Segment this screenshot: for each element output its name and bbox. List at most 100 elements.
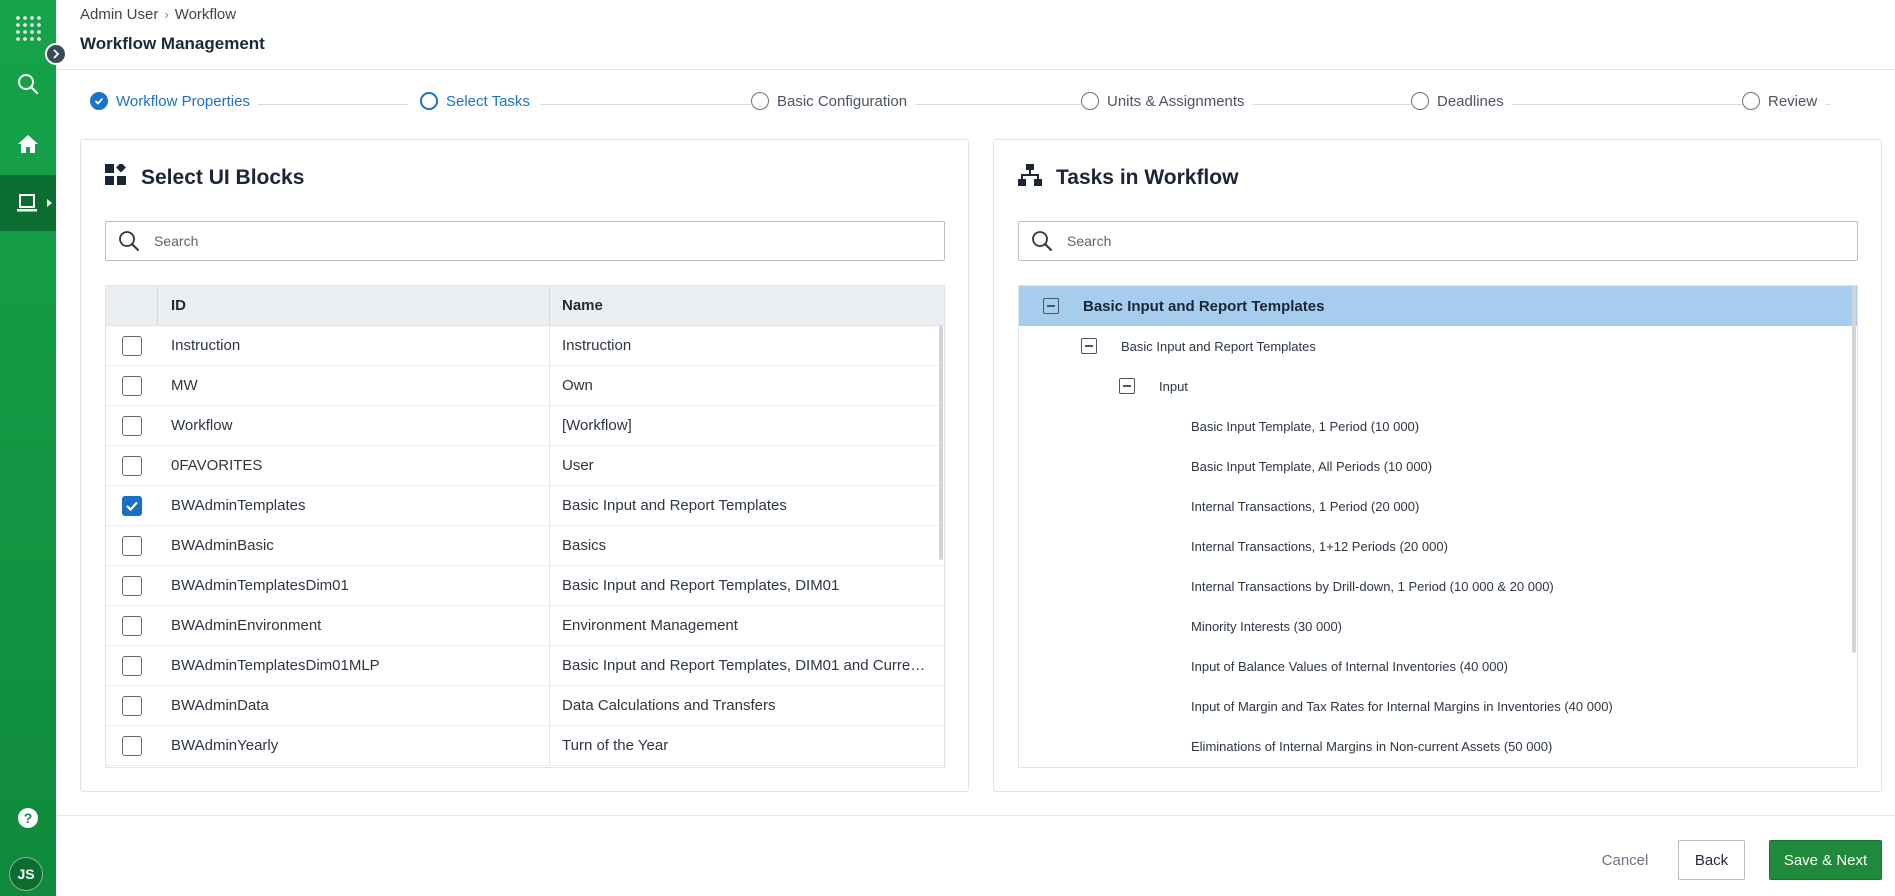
back-button[interactable]: Back xyxy=(1678,840,1745,880)
breadcrumb-current: Workflow xyxy=(174,6,237,23)
cancel-button[interactable]: Cancel xyxy=(1592,840,1658,880)
column-header-id[interactable]: ID xyxy=(158,286,550,325)
svg-text:?: ? xyxy=(24,810,33,826)
row-id: BWAdminEnvironment xyxy=(158,606,550,645)
table-row[interactable]: Workflow [Workflow] xyxy=(106,406,944,446)
step-label: Deadlines xyxy=(1437,92,1504,110)
row-name-cell: [Workflow] xyxy=(550,406,944,445)
tree-node-label: Input of Balance Values of Internal Inve… xyxy=(1191,658,1509,674)
row-name: Basic Input and Report Templates xyxy=(562,497,787,514)
tree-node-label: Basic Input Template, All Periods (10 00… xyxy=(1191,458,1433,474)
table-row[interactable]: BWAdminTemplatesDim01 Basic Input and Rep… xyxy=(106,566,944,606)
tree-group-node[interactable]: Basic Input and Report Templates xyxy=(1019,326,1857,366)
tree-scrollbar[interactable] xyxy=(1852,286,1856,653)
row-checkbox[interactable] xyxy=(122,415,142,436)
row-select-cell xyxy=(106,446,158,485)
collapse-icon[interactable] xyxy=(1043,298,1059,314)
tree-task-node[interactable]: Internal Transactions, 1 Period (20 000) xyxy=(1019,486,1857,526)
step-label: Review xyxy=(1768,92,1818,110)
tree-task-node[interactable]: Eliminations of Internal Margins in Non-… xyxy=(1019,726,1857,766)
collapse-icon[interactable] xyxy=(1119,378,1135,394)
row-checkbox[interactable] xyxy=(122,655,142,676)
ui-blocks-table: ID Name Instruction Instruction MW Own Workf… xyxy=(105,285,945,768)
row-name-cell: Data Calculations and Transfers xyxy=(550,686,944,725)
column-header-name[interactable]: Name xyxy=(550,286,944,325)
table-row[interactable]: 0FAVORITES User xyxy=(106,446,944,486)
search-input[interactable] xyxy=(1067,233,1827,249)
empty-circle-icon xyxy=(751,92,769,110)
table-header: ID Name xyxy=(106,286,944,326)
step-select-tasks[interactable]: Select Tasks xyxy=(420,92,538,110)
row-checkbox[interactable] xyxy=(122,695,142,716)
home-icon[interactable] xyxy=(0,116,56,172)
table-row[interactable]: BWAdminBasic Basics xyxy=(106,526,944,566)
row-checkbox[interactable] xyxy=(122,335,142,356)
row-checkbox[interactable] xyxy=(122,535,142,556)
row-checkbox[interactable] xyxy=(122,575,142,596)
tree-task-node[interactable]: Internal Transactions, 1+12 Periods (20 … xyxy=(1019,526,1857,566)
save-and-next-button[interactable]: Save & Next xyxy=(1769,840,1882,880)
table-scrollbar[interactable] xyxy=(939,326,943,560)
row-name-cell: Basic Input and Report Templates, DIM01 xyxy=(550,566,944,605)
row-id: BWAdminYearly xyxy=(158,726,550,765)
table-row[interactable]: BWAdminTemplates Basic Input and Report T… xyxy=(106,486,944,526)
sidebar-expand-button[interactable] xyxy=(45,43,67,65)
step-basic-configuration[interactable]: Basic Configuration xyxy=(751,92,916,110)
table-row[interactable]: BWAdminTemplatesDim01MLP Basic Input and … xyxy=(106,646,944,686)
step-units-assignments[interactable]: Units & Assignments xyxy=(1081,92,1253,110)
search-input[interactable] xyxy=(154,233,914,249)
row-name: Data Calculations and Transfers xyxy=(562,697,776,714)
search-icon xyxy=(118,230,140,252)
step-deadlines[interactable]: Deadlines xyxy=(1411,92,1512,110)
step-review[interactable]: Review xyxy=(1742,92,1826,110)
tree-task-node[interactable]: Basic Input Template, 1 Period (10 000) xyxy=(1019,406,1857,446)
page-title: Workflow Management xyxy=(80,34,265,53)
row-checkbox[interactable] xyxy=(122,615,142,636)
row-name-cell: Environment Management xyxy=(550,606,944,645)
row-id: BWAdminTemplatesDim01 xyxy=(158,566,550,605)
tree-task-node[interactable]: Input of Balance Values of Internal Inve… xyxy=(1019,646,1857,686)
row-name: Turn of the Year xyxy=(562,737,669,754)
breadcrumb-root[interactable]: Admin User xyxy=(80,6,158,23)
table-row[interactable]: MW Own xyxy=(106,366,944,406)
step-workflow-properties[interactable]: Workflow Properties xyxy=(90,92,258,110)
laptop-icon[interactable] xyxy=(0,175,56,231)
tree-task-node[interactable]: Basic Input Template, All Periods (10 00… xyxy=(1019,446,1857,486)
tree-node-label: Internal Transactions, 1+12 Periods (20 … xyxy=(1191,538,1448,554)
tree-group-node[interactable]: Input xyxy=(1019,366,1857,406)
tree-body: Basic Input and Report Templates Basic In… xyxy=(1019,286,1857,766)
row-checkbox[interactable] xyxy=(122,375,142,396)
row-name: Basic Input and Report Templates, DIM01 … xyxy=(562,657,928,674)
hierarchy-icon xyxy=(1018,164,1042,191)
tree-task-node[interactable]: Input of Margin and Tax Rates for Intern… xyxy=(1019,686,1857,726)
empty-circle-icon xyxy=(1411,92,1429,110)
tree-task-node[interactable]: Minority Interests (30 000) xyxy=(1019,606,1857,646)
tree-node-label: Internal Transactions by Drill-down, 1 P… xyxy=(1191,578,1554,594)
table-row[interactable]: BWAdminYearly Turn of the Year xyxy=(106,726,944,766)
tree-node-label: Basic Input and Report Templates xyxy=(1121,338,1316,354)
row-select-cell xyxy=(106,606,158,645)
row-name: Basic Input and Report Templates, DIM01 xyxy=(562,577,840,594)
tree-node-label: Internal Transactions, 1 Period (20 000) xyxy=(1191,498,1420,514)
tasks-search[interactable] xyxy=(1018,221,1858,261)
collapse-icon[interactable] xyxy=(1081,338,1097,354)
table-row[interactable]: Instruction Instruction xyxy=(106,326,944,366)
table-row[interactable]: BWAdminEnvironment Environment Management xyxy=(106,606,944,646)
row-name-cell: User xyxy=(550,446,944,485)
tasks-in-workflow-panel: Tasks in Workflow Basic Input and Report… xyxy=(993,139,1882,792)
header-divider xyxy=(56,69,1895,70)
tree-node-label: Input xyxy=(1159,378,1188,394)
row-checkbox[interactable] xyxy=(122,455,142,476)
table-row[interactable]: BWAdminData Data Calculations and Transfe… xyxy=(106,686,944,726)
tree-task-node[interactable]: Internal Transactions by Drill-down, 1 P… xyxy=(1019,566,1857,606)
search-icon[interactable] xyxy=(0,56,56,112)
workflow-stepper: Workflow Properties Select Tasks Basic C… xyxy=(90,92,1830,118)
row-checkbox[interactable] xyxy=(122,495,142,516)
tree-node-label: Basic Input Template, 1 Period (10 000) xyxy=(1191,418,1420,434)
ui-blocks-search[interactable] xyxy=(105,221,945,261)
avatar[interactable]: JS xyxy=(9,857,43,891)
help-icon[interactable]: ? xyxy=(0,790,56,846)
row-checkbox[interactable] xyxy=(122,735,142,756)
step-label: Units & Assignments xyxy=(1107,92,1245,110)
tree-group-node[interactable]: Basic Input and Report Templates xyxy=(1019,286,1857,326)
